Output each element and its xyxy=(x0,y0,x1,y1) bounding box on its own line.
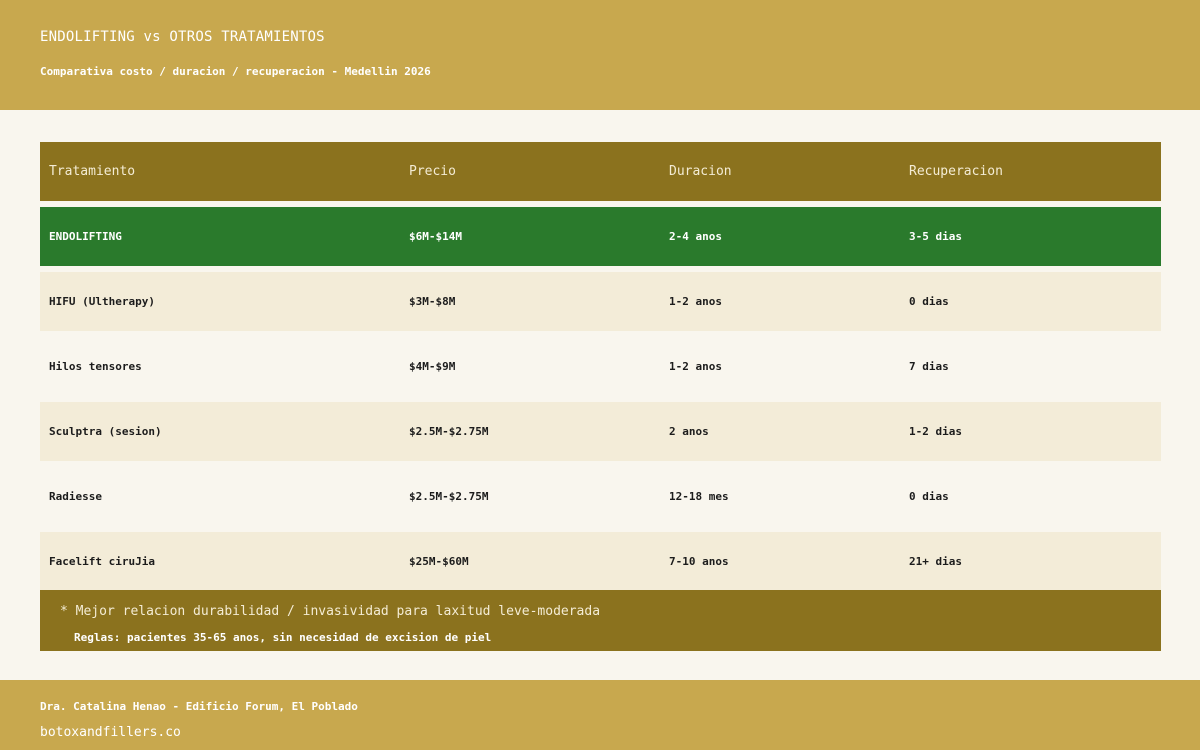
page-title: ENDOLIFTING vs OTROS TRATAMIENTOS xyxy=(40,29,325,45)
table-row: Facelift ciruJia $25M-$60M 7-10 anos 21+… xyxy=(40,532,1161,591)
cell-tratamiento: Hilos tensores xyxy=(49,360,142,373)
cell-recuperacion: 1-2 dias xyxy=(909,425,962,438)
cell-recuperacion: 7 dias xyxy=(909,360,949,373)
cell-recuperacion: 0 dias xyxy=(909,490,949,503)
cell-duracion: 2-4 anos xyxy=(669,230,722,243)
cell-tratamiento: Radiesse xyxy=(49,490,102,503)
cell-tratamiento: HIFU (Ultherapy) xyxy=(49,295,155,308)
cell-tratamiento: ENDOLIFTING xyxy=(49,230,122,243)
cell-precio: $6M-$14M xyxy=(409,230,462,243)
table-header-row: Tratamiento Precio Duracion Recuperacion xyxy=(40,142,1161,201)
table-row: Hilos tensores $4M-$9M 1-2 anos 7 dias xyxy=(40,337,1161,396)
table-row: HIFU (Ultherapy) $3M-$8M 1-2 anos 0 dias xyxy=(40,272,1161,331)
footer-website: botoxandfillers.co xyxy=(40,725,181,740)
cell-duracion: 2 anos xyxy=(669,425,709,438)
column-header-recuperacion: Recuperacion xyxy=(909,164,1003,179)
cell-tratamiento: Sculptra (sesion) xyxy=(49,425,162,438)
table-row: Sculptra (sesion) $2.5M-$2.75M 2 anos 1-… xyxy=(40,402,1161,461)
cell-precio: $2.5M-$2.75M xyxy=(409,490,489,503)
cell-precio: $25M-$60M xyxy=(409,555,469,568)
table-row-endolifting: ENDOLIFTING $6M-$14M 2-4 anos 3-5 dias xyxy=(40,207,1161,266)
page-header: ENDOLIFTING vs OTROS TRATAMIENTOS Compar… xyxy=(0,0,1200,110)
column-header-tratamiento: Tratamiento xyxy=(49,164,136,179)
footer-doctor-location: Dra. Catalina Henao - Edificio Forum, El… xyxy=(40,700,358,713)
page-footer: Dra. Catalina Henao - Edificio Forum, El… xyxy=(0,680,1200,750)
cell-duracion: 1-2 anos xyxy=(669,360,722,373)
cell-precio: $3M-$8M xyxy=(409,295,456,308)
column-header-precio: Precio xyxy=(409,164,456,179)
comparison-table: Tratamiento Precio Duracion Recuperacion… xyxy=(40,142,1161,591)
page-subtitle: Comparativa costo / duracion / recuperac… xyxy=(40,65,431,78)
cell-precio: $4M-$9M xyxy=(409,360,456,373)
cell-recuperacion: 21+ dias xyxy=(909,555,962,568)
recommendation-note: * Mejor relacion durabilidad / invasivid… xyxy=(40,590,1161,651)
note-main-text: * Mejor relacion durabilidad / invasivid… xyxy=(60,604,601,619)
cell-tratamiento: Facelift ciruJia xyxy=(49,555,155,568)
table-row: Radiesse $2.5M-$2.75M 12-18 mes 0 dias xyxy=(40,467,1161,526)
cell-duracion: 12-18 mes xyxy=(669,490,729,503)
note-rules-text: Reglas: pacientes 35-65 anos, sin necesi… xyxy=(74,631,492,644)
cell-recuperacion: 0 dias xyxy=(909,295,949,308)
cell-recuperacion: 3-5 dias xyxy=(909,230,962,243)
cell-duracion: 7-10 anos xyxy=(669,555,729,568)
column-header-duracion: Duracion xyxy=(669,164,732,179)
cell-precio: $2.5M-$2.75M xyxy=(409,425,489,438)
cell-duracion: 1-2 anos xyxy=(669,295,722,308)
